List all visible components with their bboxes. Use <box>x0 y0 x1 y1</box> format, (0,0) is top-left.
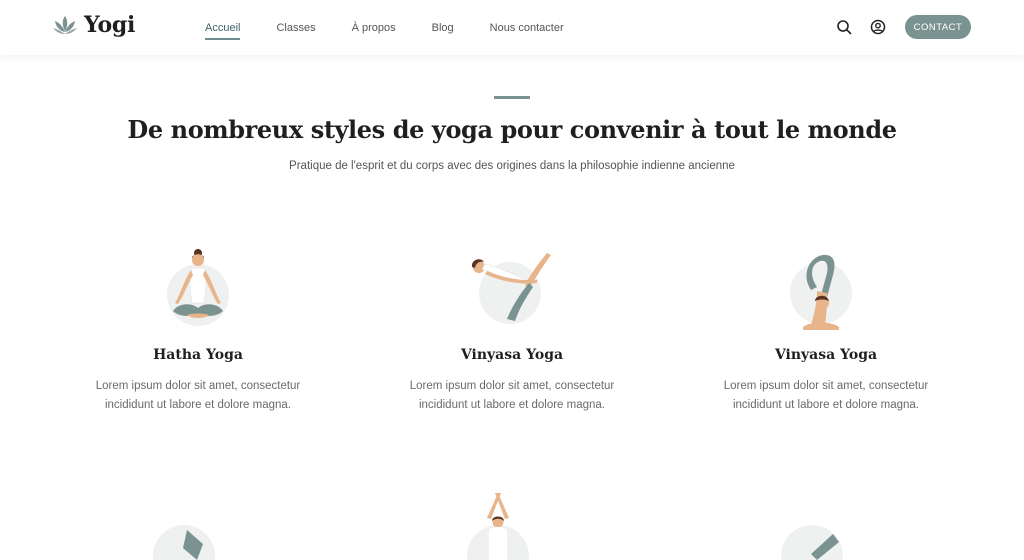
card-title: Vinyasa Yoga <box>460 347 564 363</box>
card-description-line: Lorem ipsum dolor sit amet, consectetur <box>723 380 929 392</box>
contact-button[interactable]: CONTACT <box>905 15 971 39</box>
card-description-line: Lorem ipsum dolor sit amet, consectetur <box>95 380 301 392</box>
card-description-line: Lorem ipsum dolor sit amet, consectetur <box>409 380 615 392</box>
lotus-icon <box>52 13 78 37</box>
yoga-card[interactable]: Vinyasa Yoga Lorem ipsum dolor sit amet,… <box>696 245 956 415</box>
main-nav: Accueil Classes À propos Blog Nous conta… <box>205 0 600 55</box>
yoga-card[interactable] <box>68 490 328 560</box>
warrior-pose-icon <box>153 490 243 560</box>
yoga-card[interactable] <box>382 490 642 560</box>
section-divider <box>494 96 530 99</box>
nav-item-a-propos[interactable]: À propos <box>352 22 396 34</box>
section-subtitle: Pratique de l'esprit et du corps avec de… <box>289 160 735 172</box>
user-circle-icon[interactable] <box>870 19 886 35</box>
search-icon[interactable] <box>836 19 852 35</box>
scorpion-pose-icon <box>781 245 871 335</box>
card-description-line: incididunt ut labore et dolore magna. <box>732 399 920 411</box>
card-title: Hatha Yoga <box>153 347 243 363</box>
card-description: Lorem ipsum dolor sit amet, consectetur … <box>696 377 956 415</box>
card-description-line: incididunt ut labore et dolore magna. <box>104 399 292 411</box>
yoga-card[interactable]: Vinyasa Yoga Lorem ipsum dolor sit amet,… <box>382 245 642 415</box>
yoga-card[interactable]: Hatha Yoga Lorem ipsum dolor sit amet, c… <box>68 245 328 415</box>
brand-name: Yogi <box>84 12 136 38</box>
stretch-pose-icon <box>781 490 871 560</box>
site-header: Yogi Accueil Classes À propos Blog Nous … <box>0 0 1024 55</box>
meditation-pose-icon <box>153 245 243 335</box>
yoga-card[interactable] <box>696 490 956 560</box>
card-title: Vinyasa Yoga <box>774 347 878 363</box>
brand-logo[interactable]: Yogi <box>52 12 135 38</box>
section-title: De nombreux styles de yoga pour convenir… <box>127 115 897 144</box>
nav-item-blog[interactable]: Blog <box>432 22 454 34</box>
card-description-line: incididunt ut labore et dolore magna. <box>418 399 606 411</box>
nav-item-accueil[interactable]: Accueil <box>205 22 241 40</box>
nav-item-classes[interactable]: Classes <box>276 22 315 34</box>
nav-item-nous-contacter[interactable]: Nous contacter <box>490 22 564 34</box>
boat-pose-icon <box>467 245 557 335</box>
prayer-pose-icon <box>467 490 557 560</box>
card-description: Lorem ipsum dolor sit amet, consectetur … <box>68 377 328 415</box>
card-description: Lorem ipsum dolor sit amet, consectetur … <box>382 377 642 415</box>
